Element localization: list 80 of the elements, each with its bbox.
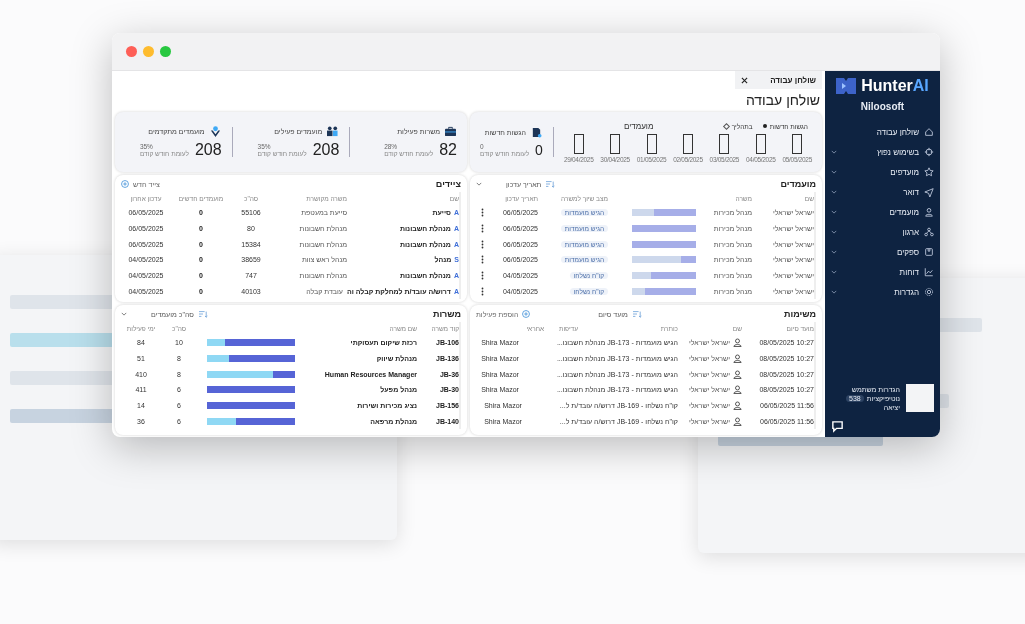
- stat-value: 0: [535, 141, 543, 158]
- panel-title: ציידים: [435, 179, 461, 189]
- empty-bar-icon: [682, 133, 693, 154]
- star-icon: [924, 167, 934, 177]
- sort-icon[interactable]: [631, 310, 642, 318]
- chevron-icon: [831, 270, 837, 274]
- dot-icon: [762, 124, 767, 128]
- person-icon: [733, 416, 742, 426]
- close-icon[interactable]: [741, 76, 749, 84]
- chevron-icon: [831, 170, 837, 174]
- progress-bar: [632, 209, 696, 217]
- stat-value: 208: [194, 140, 222, 159]
- person-icon: [924, 207, 934, 217]
- progress-bar: [632, 240, 696, 248]
- sidebar-item[interactable]: מועמדים: [831, 202, 934, 222]
- person-icon: [733, 385, 742, 395]
- sort-icon[interactable]: [545, 180, 556, 188]
- progress-bar: [632, 287, 696, 295]
- sidebar-item[interactable]: ספקים: [831, 242, 934, 262]
- add-icon[interactable]: [121, 180, 129, 188]
- chat-icon[interactable]: [831, 420, 844, 433]
- home-icon: [924, 127, 934, 137]
- box-icon: [924, 247, 934, 257]
- people-icon: [326, 125, 340, 137]
- chevron-icon: [831, 150, 837, 154]
- chevron-icon: [831, 190, 837, 194]
- more-options-icon[interactable]: [481, 224, 484, 234]
- gear-icon: [924, 287, 934, 297]
- chevron-icon: [831, 210, 837, 214]
- crosshair-icon: [924, 147, 934, 157]
- person-icon: [733, 401, 742, 411]
- sidebar-item[interactable]: הגדרות: [831, 282, 934, 302]
- workspace-tab[interactable]: שולחן עבודה: [735, 71, 822, 89]
- person-icon: [733, 354, 742, 364]
- empty-bar-icon: [755, 133, 766, 154]
- maximize-window-icon[interactable]: [160, 46, 171, 57]
- empty-bar-icon: [792, 133, 803, 154]
- panel-title: משימות: [784, 309, 816, 319]
- more-options-icon[interactable]: [481, 239, 484, 249]
- page-title: שולחן עבודה: [744, 92, 820, 108]
- close-window-icon[interactable]: [126, 46, 137, 57]
- more-options-icon[interactable]: [481, 271, 484, 281]
- more-options-icon[interactable]: [481, 208, 484, 218]
- progress-bar: [632, 225, 696, 233]
- chevron-icon: [831, 230, 837, 234]
- more-options-icon[interactable]: [481, 286, 484, 296]
- chevron-icon[interactable]: [121, 312, 127, 316]
- sidebar-item[interactable]: שולחן עבודה: [831, 122, 934, 142]
- chart-title: מועמדים: [623, 121, 654, 131]
- empty-bar-icon: [573, 133, 584, 154]
- person-icon: [733, 338, 742, 348]
- chart-icon: [924, 267, 934, 277]
- logo-icon: [836, 78, 857, 94]
- sidebar-item[interactable]: ארגון: [831, 222, 934, 242]
- send-icon: [924, 187, 934, 197]
- sidebar-item[interactable]: דואר: [831, 182, 934, 202]
- briefcase-icon: [444, 125, 457, 137]
- sort-icon[interactable]: [197, 310, 208, 318]
- person-icon: [733, 369, 742, 379]
- company-logo-icon: [906, 384, 934, 412]
- sidebar-item[interactable]: דוחות: [831, 262, 934, 282]
- add-icon[interactable]: [522, 310, 531, 318]
- panel-title: מועמדים: [780, 179, 816, 189]
- stat-value: 82: [439, 140, 457, 159]
- logo-text: HunterAI: [861, 77, 929, 95]
- stat-value: 208: [312, 140, 340, 159]
- panel-title: משרות: [432, 309, 461, 319]
- sidebar-item[interactable]: בשימוש נפוץ: [831, 142, 934, 162]
- chevron-icon: [831, 290, 837, 294]
- chevron-icon: [831, 250, 837, 254]
- empty-bar-icon: [719, 133, 730, 154]
- empty-bar-icon: [610, 133, 621, 154]
- empty-bar-icon: [646, 133, 657, 154]
- chevron-icon[interactable]: [476, 182, 482, 186]
- sidebar-item[interactable]: מועדפים: [831, 162, 934, 182]
- progress-bar: [632, 272, 696, 280]
- more-options-icon[interactable]: [481, 255, 484, 265]
- progress-bar: [632, 256, 696, 264]
- org-icon: [924, 227, 934, 237]
- company-name: Niloosoft: [859, 101, 906, 112]
